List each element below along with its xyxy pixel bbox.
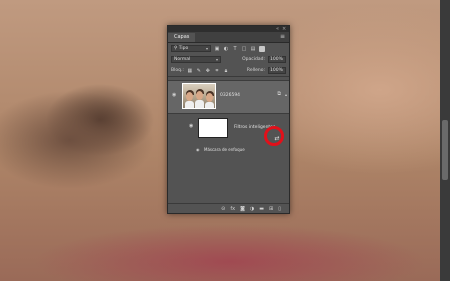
layer-thumbnail[interactable] [182, 83, 216, 109]
layer-row[interactable]: ◉ 0326594 ⧉ ▴ [168, 80, 289, 114]
panel-menu-icon[interactable]: ≡ [280, 33, 285, 40]
filter-item-row[interactable]: ◉ Máscara de enfoque ⇄ [168, 126, 289, 154]
smart-object-icon: ⧉ [277, 91, 281, 97]
expand-arrow-icon[interactable]: ▴ [285, 92, 287, 97]
filter-visibility-icon[interactable]: ◉ [196, 147, 200, 152]
layers-list: ◉ 0326594 ⧉ ▴ ◉ Filtros inteligentes ◉ M… [168, 77, 289, 197]
kind-filter-value: Tipo [178, 46, 189, 51]
filter-blending-options-icon[interactable]: ⇄ [273, 135, 281, 143]
new-group-icon[interactable]: ▬ [259, 206, 264, 212]
blend-row: Normal ▾ Opacidad: 100% [168, 54, 289, 65]
panel-footer: ⊝ fx ◙ ◑ ▬ ⊞ ▯ [168, 203, 289, 213]
lock-pixels-icon[interactable]: ✎ [196, 68, 202, 74]
lock-transparency-icon[interactable]: ▦ [187, 68, 193, 74]
fill-label: Relleno: [246, 68, 265, 73]
filter-name[interactable]: Máscara de enfoque [204, 147, 245, 152]
chevron-down-icon: ▾ [205, 46, 208, 51]
layer-name[interactable]: 0326594 [220, 93, 240, 98]
blend-mode-value: Normal [174, 57, 191, 62]
vertical-scrollbar[interactable] [440, 0, 450, 281]
lock-all-icon[interactable]: 🔒︎ [223, 68, 229, 74]
adjustment-layer-icon[interactable]: ◑ [250, 206, 254, 212]
delete-layer-icon[interactable]: ▯ [278, 206, 281, 212]
smart-filters-eye-icon[interactable]: ◉ [189, 124, 195, 129]
type-filter-icon[interactable]: T [232, 46, 238, 52]
fill-input[interactable]: 100% [268, 67, 286, 74]
lock-label: Bloq.: [171, 68, 184, 73]
filter-mask-thumbnail[interactable] [198, 118, 228, 138]
filter-row: ⚲ Tipo ▾ ▣ ◐ T □ ▤ [168, 43, 289, 54]
close-icon[interactable]: × [282, 26, 286, 31]
visibility-eye-icon[interactable] [190, 113, 196, 118]
lock-artboard-icon[interactable]: ⌗ [214, 68, 220, 74]
new-layer-icon[interactable]: ⊞ [269, 206, 273, 212]
panel-tabs: Capas ≡ [168, 32, 289, 43]
add-mask-icon[interactable]: ◙ [240, 206, 245, 212]
visibility-eye-icon[interactable]: ◉ [172, 93, 178, 98]
chevron-down-icon: ▾ [215, 57, 218, 62]
lock-row: Bloq.: ▦ ✎ ✥ ⌗ 🔒︎ Relleno: 100% [168, 65, 289, 76]
opacity-label: Opacidad: [242, 57, 265, 62]
scrollbar-thumb[interactable] [442, 120, 448, 180]
pixel-filter-icon[interactable]: ▣ [214, 46, 220, 52]
layers-panel: « × Capas ≡ ⚲ Tipo ▾ ▣ ◐ T □ ▤ Normal ▾ … [167, 25, 290, 214]
opacity-input[interactable]: 100% [268, 56, 286, 63]
link-layers-icon[interactable]: ⊝ [221, 206, 225, 212]
filter-toggle[interactable] [259, 45, 265, 52]
adjustment-filter-icon[interactable]: ◐ [223, 46, 229, 52]
blend-mode-dropdown[interactable]: Normal ▾ [171, 56, 221, 63]
shape-filter-icon[interactable]: □ [241, 46, 247, 52]
lock-position-icon[interactable]: ✥ [205, 68, 211, 74]
tab-layers[interactable]: Capas [168, 33, 196, 42]
kind-filter-dropdown[interactable]: ⚲ Tipo ▾ [171, 45, 211, 52]
smart-object-filter-icon[interactable]: ▤ [250, 46, 256, 52]
layer-style-icon[interactable]: fx [230, 206, 235, 212]
collapse-icon[interactable]: « [276, 26, 279, 31]
